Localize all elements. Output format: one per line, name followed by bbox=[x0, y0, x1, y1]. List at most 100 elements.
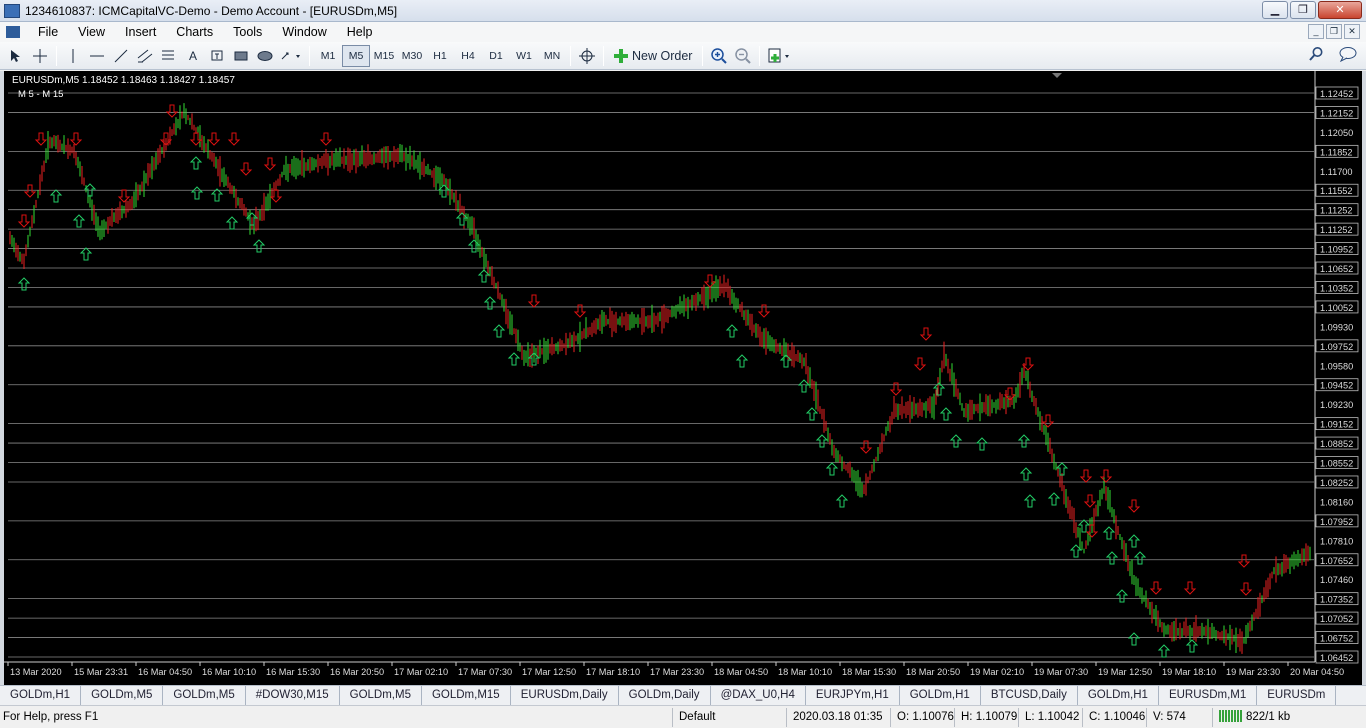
toolbar-separator bbox=[603, 45, 604, 66]
chart-tab[interactable]: GOLDm,H1 bbox=[1078, 686, 1159, 705]
time-label: 16 Mar 10:10 bbox=[202, 667, 256, 677]
price-label: 1.09452 bbox=[1320, 381, 1353, 391]
menu-insert[interactable]: Insert bbox=[115, 25, 166, 39]
chart-tab[interactable]: @DAX_U0,H4 bbox=[711, 686, 806, 705]
horizontal-line-icon[interactable] bbox=[85, 45, 109, 67]
new-order-button[interactable]: New Order bbox=[608, 45, 698, 67]
timeframe-h1[interactable]: H1 bbox=[426, 45, 454, 67]
menu-charts[interactable]: Charts bbox=[166, 25, 223, 39]
price-label: 1.11700 bbox=[1320, 167, 1353, 177]
arrows-dropdown-icon[interactable] bbox=[277, 45, 305, 67]
chart-symbol-info: EURUSDm,M5 1.18452 1.18463 1.18427 1.184… bbox=[12, 75, 235, 86]
buy-arrow-icon bbox=[1047, 492, 1061, 506]
chart-tab[interactable]: GOLDm,Daily bbox=[619, 686, 711, 705]
time-label: 15 Mar 23:31 bbox=[74, 667, 128, 677]
status-help: For Help, press F1 bbox=[3, 710, 99, 723]
timeframe-m5[interactable]: M5 bbox=[342, 44, 370, 67]
rectangle-icon[interactable] bbox=[229, 45, 253, 67]
crosshair-target-icon[interactable] bbox=[575, 45, 599, 67]
sell-arrow-icon bbox=[319, 132, 333, 146]
sell-arrow-icon bbox=[165, 104, 179, 118]
chart-tab[interactable]: EURUSDm,M1 bbox=[1159, 686, 1258, 705]
chart-tab[interactable]: #DOW30,M15 bbox=[246, 686, 340, 705]
crosshair-icon[interactable] bbox=[28, 45, 52, 67]
timeframe-m1[interactable]: M1 bbox=[314, 45, 342, 67]
minimize-button[interactable]: ▁ bbox=[1262, 1, 1288, 19]
cursor-icon[interactable] bbox=[4, 45, 28, 67]
price-label: 1.08552 bbox=[1320, 459, 1353, 469]
sell-arrow-icon bbox=[527, 294, 541, 308]
chart-tab[interactable]: GOLDm,M5 bbox=[163, 686, 246, 705]
toolbar-separator bbox=[56, 45, 57, 66]
timeframe-w1[interactable]: W1 bbox=[510, 45, 538, 67]
time-label: 19 Mar 23:30 bbox=[1226, 667, 1280, 677]
chart-tab[interactable]: GOLDm,H1 bbox=[900, 686, 981, 705]
chart-tab[interactable]: EURUSDm,Daily bbox=[511, 686, 619, 705]
timeframe-mn[interactable]: MN bbox=[538, 45, 566, 67]
buy-arrow-icon bbox=[79, 247, 93, 261]
price-label: 1.07460 bbox=[1320, 575, 1353, 585]
chart-tab[interactable]: GOLDm,M15 bbox=[422, 686, 511, 705]
menu-tools[interactable]: Tools bbox=[223, 25, 272, 39]
price-label: 1.10952 bbox=[1320, 245, 1353, 255]
mdi-minimize-button[interactable]: _ bbox=[1308, 24, 1324, 39]
chart-canvas[interactable]: 1.12452 1.12152 1.12050 1.11852 1.11700 1.115… bbox=[4, 71, 1362, 685]
chart-tab[interactable]: BTCUSD,Daily bbox=[981, 686, 1078, 705]
sell-arrow-icon bbox=[207, 132, 221, 146]
menu-help[interactable]: Help bbox=[337, 25, 383, 39]
sell-arrow-icon bbox=[34, 132, 48, 146]
status-bar: For Help, press F1 Default 2020.03.18 01… bbox=[0, 705, 1366, 728]
timeframe-d1[interactable]: D1 bbox=[482, 45, 510, 67]
search-icon[interactable] bbox=[1308, 46, 1324, 65]
mdi-restore-button[interactable]: ❐ bbox=[1326, 24, 1342, 39]
buy-arrow-icon bbox=[49, 189, 63, 203]
status-connection[interactable]: 822/1 kb bbox=[1212, 707, 1336, 727]
time-label: 16 Mar 20:50 bbox=[330, 667, 384, 677]
price-chart[interactable]: 1.12452 1.12152 1.12050 1.11852 1.11700 1.115… bbox=[0, 71, 1366, 685]
buy-arrow-icon bbox=[17, 277, 31, 291]
chart-tab[interactable]: EURJPYm,H1 bbox=[806, 686, 900, 705]
sell-arrow-icon bbox=[913, 357, 927, 371]
timeframe-h4[interactable]: H4 bbox=[454, 45, 482, 67]
buy-arrow-icon bbox=[1019, 467, 1033, 481]
ellipse-icon[interactable] bbox=[253, 45, 277, 67]
price-label: 1.10352 bbox=[1320, 283, 1353, 293]
timeframe-m15[interactable]: M15 bbox=[370, 45, 398, 67]
vertical-line-icon[interactable] bbox=[61, 45, 85, 67]
mdi-close-button[interactable]: ✕ bbox=[1344, 24, 1360, 39]
sell-arrow-icon bbox=[227, 132, 241, 146]
status-profile[interactable]: Default bbox=[672, 707, 786, 727]
zoom-in-icon[interactable] bbox=[707, 45, 731, 67]
maximize-button[interactable]: ❐ bbox=[1290, 1, 1316, 19]
chart-indicator-info: M 5 - M 15 bbox=[18, 89, 64, 100]
templates-dropdown-icon[interactable] bbox=[764, 45, 796, 67]
timeframe-m30[interactable]: M30 bbox=[398, 45, 426, 67]
menu-view[interactable]: View bbox=[68, 25, 115, 39]
menu-window[interactable]: Window bbox=[272, 25, 336, 39]
sell-arrow-icon bbox=[1183, 581, 1197, 595]
price-label: 1.08252 bbox=[1320, 478, 1353, 488]
sell-arrow-icon bbox=[919, 327, 933, 341]
chart-tab[interactable]: GOLDm,H1 bbox=[0, 686, 82, 705]
chat-icon[interactable] bbox=[1338, 46, 1358, 65]
zoom-out-icon[interactable] bbox=[731, 45, 755, 67]
channel-icon[interactable] bbox=[133, 45, 157, 67]
text-label-icon[interactable] bbox=[205, 45, 229, 67]
buy-arrow-icon bbox=[1133, 551, 1147, 565]
sell-arrow-icon bbox=[263, 157, 277, 171]
price-label: 1.06452 bbox=[1320, 653, 1353, 663]
fibonacci-icon[interactable] bbox=[157, 45, 181, 67]
chart-tab[interactable]: EURUSDm bbox=[1257, 686, 1337, 705]
menu-bar: File View Insert Charts Tools Window Hel… bbox=[0, 22, 1366, 42]
status-close: C: 1.10046 bbox=[1082, 707, 1146, 727]
trendline-icon[interactable] bbox=[109, 45, 133, 67]
chart-tab[interactable]: GOLDm,M5 bbox=[81, 686, 164, 705]
status-traffic: 822/1 kb bbox=[1246, 710, 1291, 723]
buy-arrow-icon bbox=[1157, 644, 1171, 658]
text-tool-button[interactable]: A bbox=[181, 45, 205, 67]
menu-file[interactable]: File bbox=[28, 25, 68, 39]
document-icon[interactable] bbox=[6, 26, 20, 38]
price-label: 1.11252 bbox=[1320, 206, 1353, 216]
close-button[interactable]: ✕ bbox=[1318, 1, 1362, 19]
chart-tab[interactable]: GOLDm,M5 bbox=[340, 686, 422, 705]
